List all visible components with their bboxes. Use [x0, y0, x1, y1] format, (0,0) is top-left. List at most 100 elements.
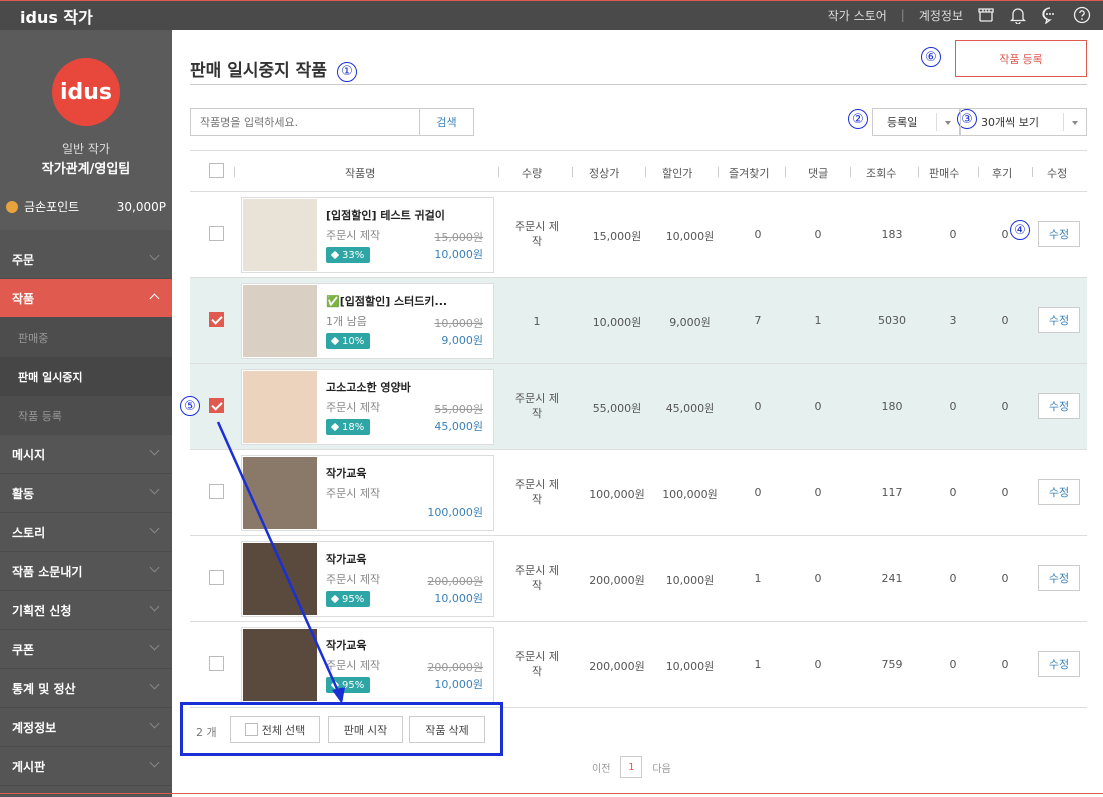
row-checkbox[interactable] [209, 226, 224, 241]
quantity-cell: 주문시 제작 [515, 478, 559, 506]
sale-price: 45,000원 [434, 420, 483, 433]
discount-badge: 10% [326, 333, 371, 349]
original-price: 10,000원 [434, 317, 483, 330]
edit-button[interactable]: 수정 [1038, 221, 1080, 247]
comments-cell: 0 [814, 572, 822, 585]
table-row: 작가교육 주문시 제작 200,000원 10,000원 95% 주문시 제작 200,00… [190, 536, 1087, 622]
comments-cell: 0 [814, 400, 822, 413]
edit-button[interactable]: 수정 [1038, 393, 1080, 419]
row-checkbox[interactable] [209, 398, 224, 413]
col-favorites: 즐겨찾기 [729, 167, 770, 180]
register-product-button[interactable]: 작품 등록 [955, 40, 1087, 77]
sidebar-item[interactable]: 쿠폰 [0, 630, 172, 669]
product-table: [입점할인] 테스트 귀걸이 주문시 제작 15,000원 10,000원 33% 주문시… [190, 192, 1087, 708]
product-card[interactable]: 고소고소한 영양바 주문시 제작 55,000원 45,000원 18% [241, 369, 494, 445]
bell-icon[interactable] [1009, 6, 1027, 24]
discount-price-cell: 10,000원 [665, 230, 715, 243]
delete-product-button[interactable]: 작품 삭제 [409, 716, 485, 743]
points-row: 금손포인트 30,000P [0, 198, 172, 215]
annotation-marker-4: ④ [1010, 220, 1030, 240]
product-name: 고소고소한 영양바 [326, 381, 411, 394]
row-checkbox[interactable] [209, 312, 224, 327]
top-bar: idus 작가 작가 스토어 | 계정정보 [0, 0, 1103, 30]
row-checkbox[interactable] [209, 484, 224, 499]
sidebar-item-label: 기획전 신청 [12, 603, 72, 618]
artist-store-link[interactable]: 작가 스토어 [828, 7, 887, 24]
sale-price: 10,000원 [434, 678, 483, 691]
sidebar-subitem[interactable]: 판매중 [0, 318, 172, 357]
page-number[interactable]: 1 [620, 756, 643, 778]
discount-badge: 95% [326, 591, 371, 607]
per-page-select[interactable]: 30개씩 보기 [960, 108, 1087, 136]
discount-badge: 95% [326, 677, 371, 693]
sidebar-subitem[interactable]: 판매 일시중지 [0, 357, 172, 396]
sale-price: 10,000원 [434, 592, 483, 605]
quantity-cell: 주문시 제작 [515, 650, 559, 678]
product-status: 주문시 제작 [326, 659, 381, 672]
next-page-link[interactable]: 다음 [652, 760, 670, 775]
sidebar-item[interactable]: 메시지 [0, 435, 172, 474]
chevron-icon [149, 562, 160, 573]
sort-select[interactable]: 등록일 [872, 108, 960, 136]
table-row: ✅[입점할인] 스터드키... 1개 남음 10,000원 9,000원 10% 1 10,… [190, 278, 1087, 364]
sidebar-item[interactable]: 작품 [0, 279, 172, 318]
select-all-checkbox [244, 723, 258, 736]
product-status: 주문시 제작 [326, 573, 381, 586]
sidebar-item-label: 주문 [12, 252, 35, 267]
product-card[interactable]: [입점할인] 테스트 귀걸이 주문시 제작 15,000원 10,000원 33% [241, 197, 494, 273]
views-cell: 180 [881, 400, 903, 413]
start-sale-button[interactable]: 판매 시작 [328, 716, 403, 743]
discount-price-cell: 9,000원 [669, 316, 711, 329]
brand-logo[interactable]: idus 작가 [20, 4, 93, 28]
sidebar-item[interactable]: 스토리 [0, 513, 172, 552]
chat-icon[interactable] [1041, 6, 1059, 24]
prev-page-link[interactable]: 이전 [592, 760, 610, 775]
account-link[interactable]: 계정정보 [919, 7, 963, 24]
sidebar-item[interactable]: 통계 및 정산 [0, 669, 172, 708]
row-checkbox[interactable] [209, 656, 224, 671]
product-thumbnail [243, 285, 317, 357]
chevron-down-icon [1072, 121, 1078, 125]
sidebar-item[interactable]: 게시판 [0, 747, 172, 786]
product-card[interactable]: 작가교육 주문시 제작 100,000원 [241, 455, 494, 531]
col-comments: 댓글 [808, 167, 829, 180]
select-all-button[interactable]: 전체 선택 [230, 716, 320, 743]
store-icon[interactable] [977, 6, 995, 24]
points-value: 30,000P [116, 199, 166, 214]
product-thumbnail [243, 543, 317, 615]
edit-button[interactable]: 수정 [1038, 307, 1080, 333]
annotation-marker-1: ① [336, 61, 357, 82]
sidebar-item[interactable]: 주문 [0, 240, 172, 279]
product-name: [입점할인] 테스트 귀걸이 [326, 209, 445, 222]
sidebar-item-label: 스토리 [12, 525, 46, 540]
regular-price-cell: 200,000원 [589, 574, 645, 587]
product-card[interactable]: 작가교육 주문시 제작 200,000원 10,000원 95% [241, 541, 494, 617]
sidebar-item[interactable]: 활동 [0, 474, 172, 513]
comments-cell: 1 [814, 314, 822, 327]
artist-team: 작가관계/영입팀 [41, 162, 131, 177]
edit-button[interactable]: 수정 [1038, 479, 1080, 505]
sidebar-item[interactable]: 기획전 신청 [0, 591, 172, 630]
original-price: 55,000원 [434, 403, 483, 416]
product-name: 작가교육 [326, 639, 367, 652]
quantity-cell: 주문시 제작 [515, 220, 559, 248]
search-input[interactable] [190, 108, 420, 136]
sidebar-item[interactable]: 계정정보 [0, 708, 172, 747]
main-content: 판매 일시중지 작품 ① ⑥ 작품 등록 검색 ② 등록일 ③ 30개씩 보기 … [172, 30, 1103, 797]
edit-button[interactable]: 수정 [1038, 651, 1080, 677]
chevron-icon [149, 293, 160, 304]
search-button[interactable]: 검색 [419, 108, 474, 136]
product-card[interactable]: 작가교육 주문시 제작 200,000원 10,000원 95% [241, 627, 494, 703]
chevron-icon [149, 484, 160, 495]
regular-price-cell: 55,000원 [592, 402, 642, 415]
edit-button[interactable]: 수정 [1038, 565, 1080, 591]
sidebar-item[interactable]: 작품 소문내기 [0, 552, 172, 591]
col-views: 조회수 [866, 167, 897, 180]
separator: | [900, 8, 905, 22]
chevron-icon [149, 757, 160, 768]
product-card[interactable]: ✅[입점할인] 스터드키... 1개 남음 10,000원 9,000원 10% [241, 283, 494, 359]
help-icon[interactable] [1073, 6, 1091, 24]
sidebar-subitem[interactable]: 작품 등록 [0, 396, 172, 435]
header-checkbox[interactable] [209, 163, 224, 178]
row-checkbox[interactable] [209, 570, 224, 585]
